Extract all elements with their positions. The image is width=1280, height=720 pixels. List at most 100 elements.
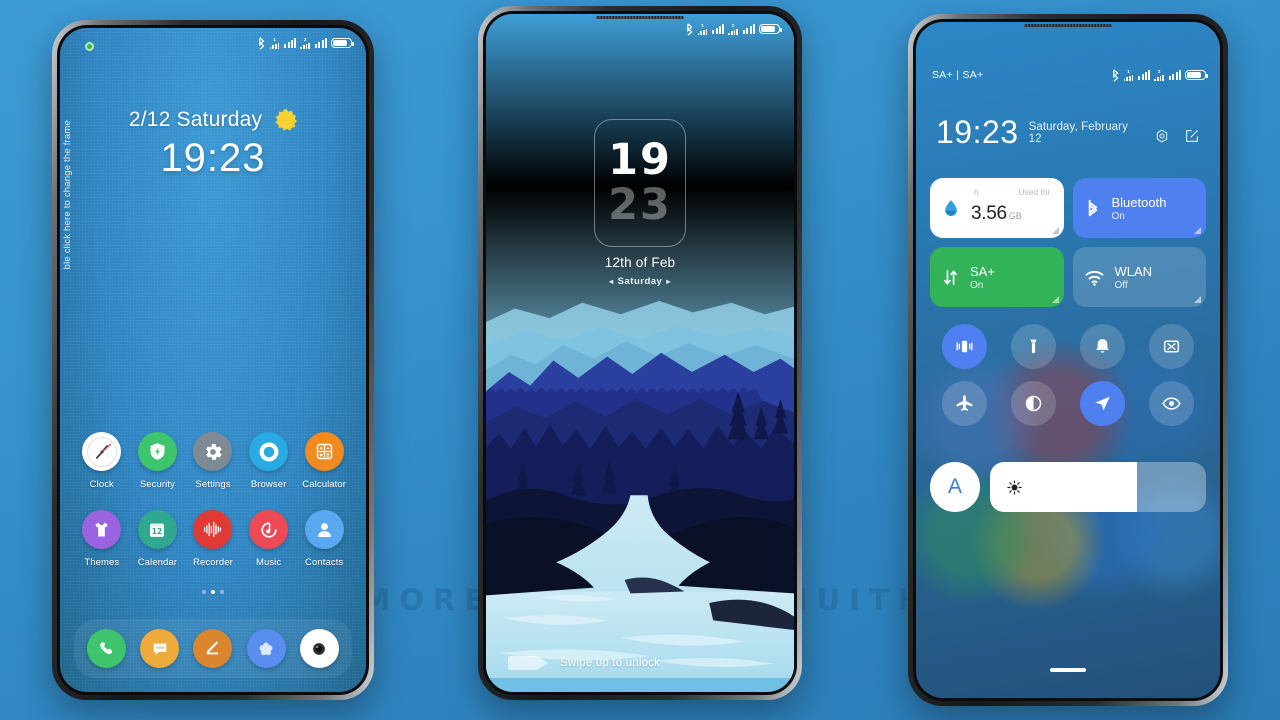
expand-corner-icon[interactable] xyxy=(1051,227,1059,234)
app-label: Music xyxy=(255,557,282,568)
chat-bubble-icon[interactable] xyxy=(140,629,180,668)
phone-handset-icon[interactable] xyxy=(87,629,127,668)
settings-gear-icon[interactable] xyxy=(1154,128,1170,144)
app-security[interactable]: Security xyxy=(130,432,186,490)
brightness-slider[interactable] xyxy=(990,462,1206,512)
expand-corner-icon[interactable] xyxy=(1194,296,1201,303)
camera-lens-icon[interactable] xyxy=(299,629,339,668)
app-clock[interactable]: Clock xyxy=(74,432,130,490)
app-browser[interactable]: Browser xyxy=(241,432,297,490)
app-label: Themes xyxy=(84,557,120,568)
lockscreen-hours: 19 xyxy=(608,135,672,185)
music-note-icon xyxy=(249,510,289,549)
phone1-screen: 1 2 ble click here to change the frame 2… xyxy=(60,28,366,692)
gear-icon xyxy=(193,432,233,471)
sim2-signal-icon: 2 xyxy=(728,23,739,35)
bluetooth-icon xyxy=(1088,199,1097,217)
sim1-signal-icon: 1 xyxy=(269,37,280,49)
tile-wlan[interactable]: WLAN Off xyxy=(1072,247,1206,307)
lockscreen-date: 12th of Feb xyxy=(604,255,676,270)
prev-arrow-icon[interactable]: ◂ xyxy=(605,277,618,286)
quick-settings-large-tiles: h Used thi 3.56 GB Bluetooth On SA+ On W… xyxy=(930,178,1206,307)
lockscreen-minutes: 23 xyxy=(608,180,672,230)
toggle-vibrate[interactable] xyxy=(942,324,987,369)
toggle-flashlight[interactable] xyxy=(1011,324,1056,369)
screenshot-canvas: VISIT FOR MORE THEMES - MIUITHEMER.COM 1 xyxy=(0,0,1280,720)
tile-mobile-data[interactable]: h Used thi 3.56 GB xyxy=(930,178,1064,238)
home-date: 2/12 Saturday xyxy=(128,108,263,131)
phone2-screen: 1 2 19 23 12th of Feb ◂ Saturday ▸ Swipe… xyxy=(486,14,794,692)
app-label: Settings xyxy=(195,479,231,490)
app-music[interactable]: Music xyxy=(241,510,297,568)
signal-bars-icon xyxy=(1138,70,1151,80)
bluetooth-icon xyxy=(258,36,265,50)
app-label: Contacts xyxy=(305,557,344,568)
pencil-icon[interactable] xyxy=(193,629,233,668)
flower-icon[interactable] xyxy=(246,629,286,668)
toggle-dark-mode[interactable] xyxy=(1011,381,1056,426)
bell-icon xyxy=(1096,338,1109,353)
wifi-icon xyxy=(1084,270,1104,286)
signal-bars-icon-2 xyxy=(315,38,327,48)
tile-title: SA+ xyxy=(970,263,995,279)
phone1-status-bar: 1 2 xyxy=(60,28,366,58)
app-settings[interactable]: Settings xyxy=(185,432,241,490)
tile-title: WLAN xyxy=(1114,263,1153,279)
data-unit: GB xyxy=(1008,211,1022,221)
data-arrows-icon xyxy=(944,269,957,285)
earpiece-speaker xyxy=(1024,24,1112,27)
tile-bluetooth[interactable]: Bluetooth On xyxy=(1072,178,1206,238)
phone2-bezel: 1 2 19 23 12th of Feb ◂ Saturday ▸ Swipe… xyxy=(483,11,797,695)
tile-mobile-network[interactable]: SA+ On xyxy=(930,247,1064,307)
signal-bars-icon xyxy=(712,24,725,34)
brightness-row: A xyxy=(930,462,1206,512)
home-clock: 19:23 xyxy=(160,136,266,180)
airplane-icon xyxy=(956,395,973,411)
app-themes[interactable]: Themes xyxy=(74,510,130,568)
flashlight-icon xyxy=(1030,339,1037,354)
bluetooth-icon xyxy=(1112,68,1119,82)
screenshot-icon xyxy=(1163,340,1180,353)
sim2-signal-icon: 2 xyxy=(1154,69,1165,81)
swipe-unlock-row[interactable]: Swipe up to unlock xyxy=(486,656,794,670)
phone3-status-bar: SA+ | SA+ 1 2 xyxy=(916,60,1220,90)
front-camera-icon xyxy=(85,42,94,51)
app-calendar[interactable]: 12 Calendar xyxy=(130,510,186,568)
toggle-ringer[interactable] xyxy=(1080,324,1125,369)
sim2-signal-icon: 2 xyxy=(300,37,311,49)
svg-text:12: 12 xyxy=(152,527,162,536)
mountain-river-wallpaper xyxy=(486,14,794,679)
calendar-icon: 12 xyxy=(137,510,177,549)
data-sub-right: Used thi xyxy=(1018,187,1050,197)
app-label: Browser xyxy=(250,479,287,490)
edit-icon[interactable] xyxy=(1184,128,1200,144)
toggle-airplane[interactable] xyxy=(942,381,987,426)
app-contacts[interactable]: Contacts xyxy=(296,510,352,568)
vibrate-icon xyxy=(956,340,973,353)
swipe-arrow-icon xyxy=(508,656,548,670)
toggle-location[interactable] xyxy=(1080,381,1125,426)
app-grid: Clock Security Settings Browser Calculat… xyxy=(74,432,352,568)
person-icon xyxy=(304,510,344,549)
tile-state: On xyxy=(970,279,984,291)
lockscreen-clock-widget[interactable]: 19 23 xyxy=(594,119,686,247)
expand-corner-icon[interactable] xyxy=(1194,227,1201,234)
data-value: 3.56 xyxy=(971,203,1007,224)
waveform-icon xyxy=(193,510,233,549)
app-recorder[interactable]: Recorder xyxy=(185,510,241,568)
toggle-screenshot[interactable] xyxy=(1149,324,1194,369)
next-arrow-icon[interactable]: ▸ xyxy=(662,277,675,286)
dock xyxy=(74,619,352,678)
signal-bars-icon-2 xyxy=(743,24,755,34)
toggle-reading-mode[interactable] xyxy=(1149,381,1194,426)
app-calculator[interactable]: Calculator xyxy=(296,432,352,490)
tile-state: On xyxy=(1111,210,1125,222)
home-indicator[interactable] xyxy=(1050,668,1086,672)
eye-icon xyxy=(1162,397,1181,410)
phone-home-screen: 1 2 ble click here to change the frame 2… xyxy=(52,20,374,700)
page-indicator xyxy=(60,590,366,594)
app-label: Calendar xyxy=(137,557,178,568)
auto-brightness-button[interactable]: A xyxy=(930,462,980,512)
expand-corner-icon[interactable] xyxy=(1051,296,1059,303)
sim1-signal-icon: 1 xyxy=(1123,69,1134,81)
